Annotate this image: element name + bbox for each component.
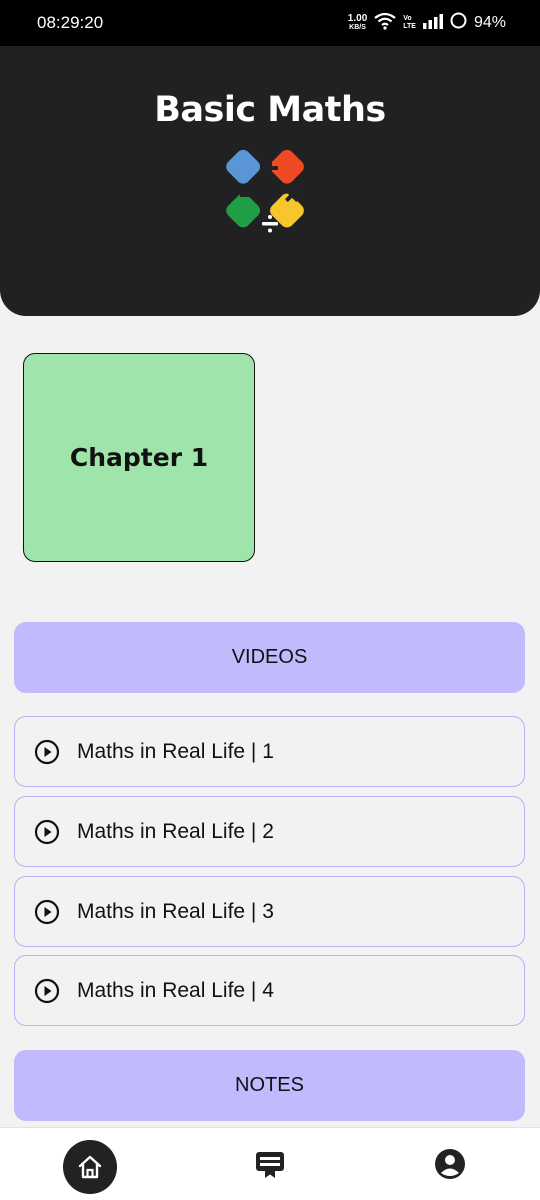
video-title: Maths in Real Life | 1 — [77, 739, 274, 763]
video-item-1[interactable]: Maths in Real Life | 1 — [14, 716, 525, 787]
videos-section-header[interactable]: VIDEOS — [14, 622, 525, 693]
home-icon — [78, 1155, 102, 1179]
video-item-2[interactable]: Maths in Real Life | 2 — [14, 796, 525, 867]
play-circle-icon — [34, 739, 60, 765]
play-circle-icon — [34, 978, 60, 1004]
nav-home-button[interactable] — [63, 1140, 117, 1194]
volte-indicator: Vo LTE — [403, 15, 416, 31]
bottom-navigation — [0, 1127, 540, 1200]
volte-bottom: LTE — [403, 23, 416, 30]
nav-notes-button[interactable] — [246, 1140, 294, 1188]
signal-icon — [422, 13, 443, 34]
video-item-4[interactable]: Maths in Real Life | 4 — [14, 955, 525, 1026]
nav-profile-button[interactable] — [426, 1140, 474, 1188]
network-speed-unit: KB/S — [349, 24, 366, 31]
status-time: 08:29:20 — [37, 13, 104, 32]
play-circle-icon — [34, 819, 60, 845]
wifi-icon — [374, 12, 396, 35]
account-icon — [435, 1149, 465, 1179]
status-icons: 1.00 KB/S Vo LTE 94% — [348, 12, 506, 35]
status-bar: 08:29:20 1.00 KB/S Vo LTE 94% — [0, 0, 540, 46]
video-title: Maths in Real Life | 2 — [77, 819, 274, 843]
battery-level: 94% — [473, 14, 506, 31]
video-item-3[interactable]: Maths in Real Life | 3 — [14, 876, 525, 947]
chapter-card[interactable]: Chapter 1 — [23, 353, 255, 562]
volte-top: Vo — [403, 15, 412, 22]
network-speed: 1.00 KB/S — [348, 14, 367, 32]
video-title: Maths in Real Life | 4 — [77, 978, 274, 1002]
page-title: Basic Maths — [154, 90, 386, 130]
play-circle-icon — [34, 899, 60, 925]
notes-icon — [256, 1152, 284, 1178]
app-header: Basic Maths — [0, 46, 540, 316]
notes-section-header[interactable]: NOTES — [14, 1050, 525, 1121]
network-speed-value: 1.00 — [347, 13, 368, 24]
video-title: Maths in Real Life | 3 — [77, 899, 274, 923]
battery-icon — [450, 12, 467, 34]
maths-logo-icon — [226, 149, 304, 233]
